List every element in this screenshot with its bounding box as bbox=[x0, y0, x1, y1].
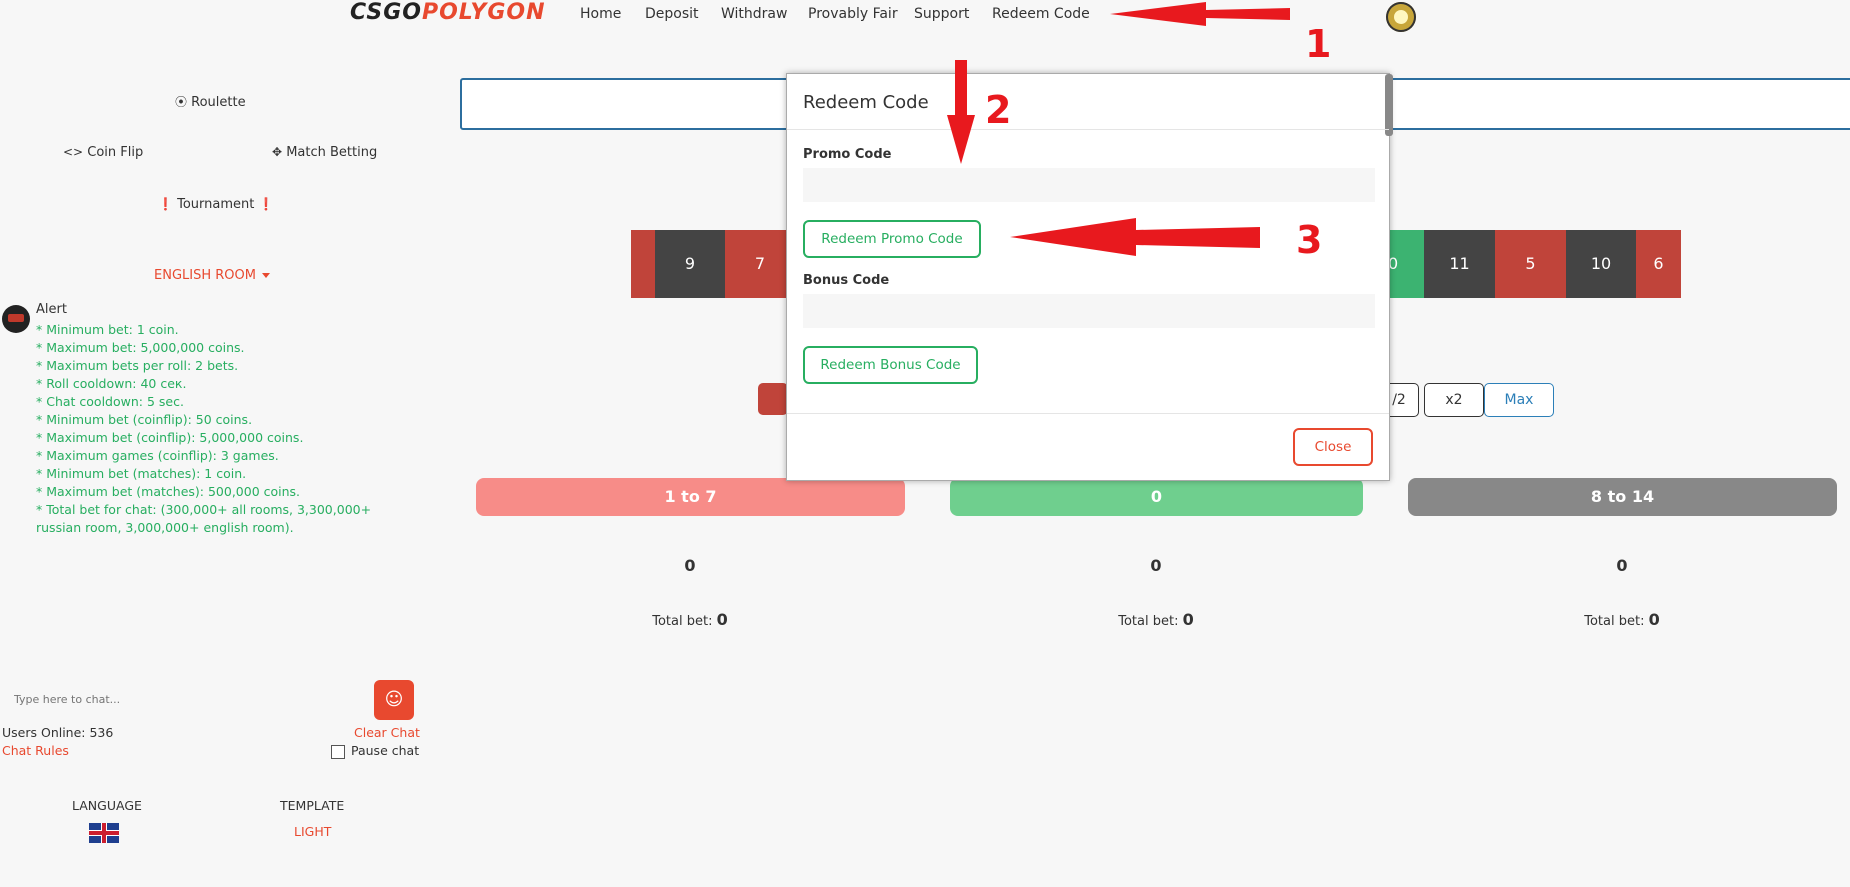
alert-icon: ❗ bbox=[258, 197, 274, 211]
annotation-label-3: 3 bbox=[1296, 218, 1323, 262]
rule-line: * Maximum bets per roll: 2 bets. bbox=[36, 358, 239, 373]
alert-avatar bbox=[2, 305, 30, 333]
annotation-arrow-3 bbox=[1010, 218, 1260, 256]
divider bbox=[787, 129, 1389, 130]
rule-line: * Maximum games (coinflip): 3 games. bbox=[36, 448, 279, 463]
annotation-label-2: 2 bbox=[985, 88, 1012, 132]
uk-flag-icon[interactable] bbox=[89, 823, 119, 843]
sidebar-item-label: Tournament bbox=[177, 197, 255, 212]
divider bbox=[787, 413, 1389, 414]
nav-redeem-code[interactable]: Redeem Code bbox=[992, 6, 1090, 22]
template-heading: TEMPLATE bbox=[280, 798, 345, 813]
target-icon: ⦿ bbox=[175, 95, 188, 109]
close-button[interactable]: Close bbox=[1293, 428, 1373, 466]
rule-line: * Minimum bet (coinflip): 50 coins. bbox=[36, 412, 253, 427]
sidebar-item-roulette[interactable]: ⦿ Roulette bbox=[175, 93, 246, 110]
total-bet-value: 0 bbox=[1648, 610, 1660, 629]
rule-line: * Maximum bet (matches): 500,000 coins. bbox=[36, 484, 301, 499]
redeem-code-modal: Redeem Code Promo Code Redeem Promo Code… bbox=[786, 73, 1393, 481]
roulette-slot: 11 bbox=[1424, 230, 1495, 298]
red-bet-count: 0 bbox=[684, 556, 696, 575]
total-bet-label: Total bet: bbox=[1584, 614, 1645, 629]
caret-down-icon bbox=[261, 273, 270, 278]
nav-deposit[interactable]: Deposit bbox=[645, 6, 699, 22]
bet-red-button[interactable]: 1 to 7 bbox=[476, 478, 905, 516]
max-amount-button[interactable]: Max bbox=[1484, 383, 1554, 417]
roulette-slot: 0 bbox=[1388, 230, 1424, 298]
bet-black-button[interactable]: 8 to 14 bbox=[1408, 478, 1837, 516]
total-bet-label: Total bet: bbox=[1118, 614, 1179, 629]
annotation-arrow-2 bbox=[947, 60, 975, 164]
sidebar-item-coinflip[interactable]: <> Coin Flip bbox=[63, 145, 143, 160]
sidebar-item-label: Roulette bbox=[191, 95, 246, 110]
logo-text-csgo: CSGO bbox=[350, 0, 422, 25]
users-online: Users Online: 536 bbox=[2, 725, 114, 740]
rule-line: * Total bet for chat: (300,000+ all room… bbox=[36, 502, 372, 535]
chat-input[interactable] bbox=[8, 684, 360, 714]
roulette-slot: 6 bbox=[1636, 230, 1681, 298]
bet-green-button[interactable]: 0 bbox=[950, 478, 1363, 516]
rule-line: * Roll cooldown: 40 сек. bbox=[36, 376, 187, 391]
modal-title: Redeem Code bbox=[803, 92, 929, 113]
chat-rules-link[interactable]: Chat Rules bbox=[2, 743, 69, 758]
nav-withdraw[interactable]: Withdraw bbox=[721, 6, 787, 22]
pause-chat-checkbox[interactable] bbox=[331, 745, 345, 759]
alert-title: Alert bbox=[36, 302, 67, 317]
logo-text-polygon: POLYGON bbox=[421, 0, 546, 25]
annotation-label-1: 1 bbox=[1305, 22, 1332, 66]
pause-chat-label: Pause chat bbox=[351, 743, 420, 758]
roulette-slot: 9 bbox=[655, 230, 725, 298]
user-avatar-icon[interactable] bbox=[1386, 2, 1416, 32]
rule-line: * Minimum bet (matches): 1 coin. bbox=[36, 466, 247, 481]
redeem-bonus-button[interactable]: Redeem Bonus Code bbox=[803, 346, 978, 384]
sidebar-item-match-betting[interactable]: ✥ Match Betting bbox=[272, 145, 377, 160]
total-bet-label: Total bet: bbox=[652, 614, 713, 629]
rule-line: * Chat cooldown: 5 sec. bbox=[36, 394, 184, 409]
alert-rules: * Minimum bet: 1 coin. * Maximum bet: 5,… bbox=[36, 321, 416, 537]
double-amount-button[interactable]: x2 bbox=[1424, 383, 1484, 417]
sidebar-item-tournament[interactable]: ❗ Tournament ❗ bbox=[158, 197, 273, 212]
promo-code-label: Promo Code bbox=[803, 147, 892, 162]
nav-support[interactable]: Support bbox=[914, 6, 969, 22]
black-total-bet: Total bet: 0 bbox=[1532, 610, 1712, 629]
black-bet-count: 0 bbox=[1616, 556, 1628, 575]
bonus-code-label: Bonus Code bbox=[803, 273, 890, 288]
bonus-code-input[interactable] bbox=[803, 294, 1375, 328]
green-total-bet: Total bet: 0 bbox=[1066, 610, 1246, 629]
clear-bet-button[interactable] bbox=[758, 383, 788, 415]
rule-line: * Maximum bet: 5,000,000 coins. bbox=[36, 340, 245, 355]
red-total-bet: Total bet: 0 bbox=[600, 610, 780, 629]
alert-icon: ❗ bbox=[158, 197, 173, 211]
emoji-button[interactable]: ☺ bbox=[374, 680, 414, 720]
room-label: ENGLISH ROOM bbox=[154, 268, 256, 283]
roulette-slot: 5 bbox=[1495, 230, 1566, 298]
total-bet-value: 0 bbox=[1182, 610, 1194, 629]
site-logo[interactable]: CSGOPOLYGON bbox=[350, 0, 546, 25]
redeem-promo-button[interactable]: Redeem Promo Code bbox=[803, 220, 981, 258]
rule-line: * Minimum bet: 1 coin. bbox=[36, 322, 179, 337]
green-bet-count: 0 bbox=[1150, 556, 1162, 575]
sidebar-item-label: Match Betting bbox=[286, 145, 378, 160]
promo-code-input[interactable] bbox=[803, 168, 1375, 202]
nav-home[interactable]: Home bbox=[580, 6, 621, 22]
clear-chat-link[interactable]: Clear Chat bbox=[354, 725, 420, 740]
template-toggle[interactable]: LIGHT bbox=[294, 824, 331, 839]
language-heading: LANGUAGE bbox=[72, 798, 142, 813]
room-dropdown[interactable]: ENGLISH ROOM bbox=[154, 268, 270, 283]
roulette-slot: 10 bbox=[1566, 230, 1636, 298]
roulette-slot: 7 bbox=[725, 230, 795, 298]
total-bet-value: 0 bbox=[716, 610, 728, 629]
modal-scrollbar[interactable] bbox=[1385, 74, 1393, 136]
crosshair-icon: ✥ bbox=[272, 145, 283, 159]
annotation-arrow-1 bbox=[1110, 2, 1290, 26]
rule-line: * Maximum bet (coinflip): 5,000,000 coin… bbox=[36, 430, 304, 445]
code-icon: <> bbox=[63, 145, 84, 159]
nav-provably-fair[interactable]: Provably Fair bbox=[808, 6, 898, 22]
sidebar-item-label: Coin Flip bbox=[87, 145, 144, 160]
roulette-slot bbox=[631, 230, 655, 298]
